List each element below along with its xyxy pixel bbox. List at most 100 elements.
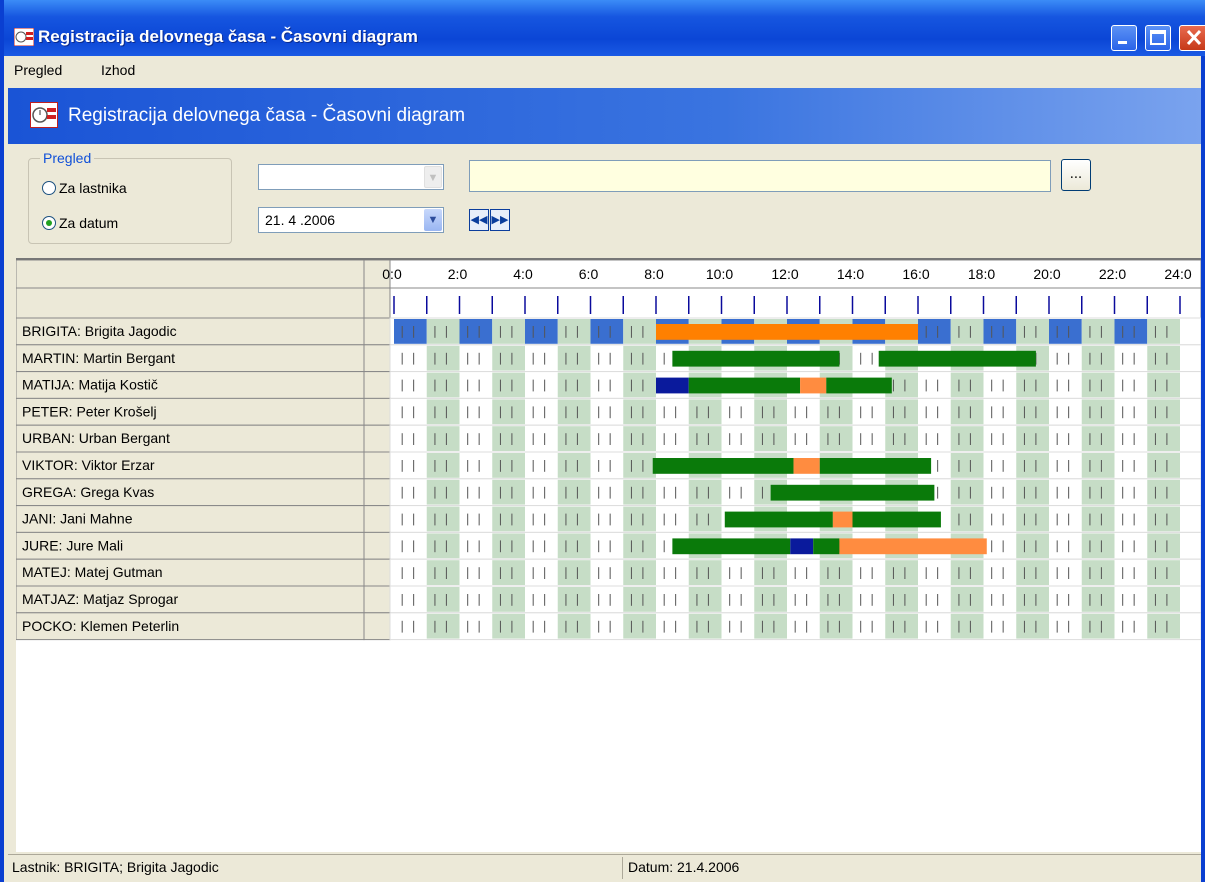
time-diagram-canvas: 0:0 2:0 4:0 6:0 8:0 10:0 12:0 14:0 16:0 18:0 20:0 2… (15, 259, 1202, 641)
radio-owner[interactable]: Za lastnika (42, 180, 127, 196)
hour-band (492, 372, 525, 398)
hour-band (426, 506, 460, 532)
hour-band (1147, 506, 1180, 532)
hour-band (983, 560, 1017, 585)
next-day-button[interactable]: ▶▶ (490, 209, 510, 231)
close-button[interactable] (1179, 25, 1205, 51)
hour-band (721, 587, 755, 612)
hour-band (1016, 372, 1049, 398)
hour-band (1114, 345, 1148, 371)
hour-band (819, 587, 853, 612)
time-segment-other[interactable] (656, 377, 689, 394)
hour-band (1016, 399, 1049, 425)
date-select[interactable]: 21. 4 .2006 ▼ (258, 207, 444, 233)
time-segment-break[interactable] (793, 458, 820, 474)
radio-date-indicator[interactable] (42, 216, 56, 230)
time-segment-work[interactable] (688, 377, 801, 394)
hour-band (819, 613, 853, 639)
hour-band (852, 613, 886, 639)
hour-band (492, 533, 525, 559)
hour-band (1049, 587, 1082, 612)
hour-band (1114, 426, 1148, 451)
time-segment-break[interactable] (800, 377, 827, 394)
chevron-down-icon[interactable]: ▼ (424, 209, 442, 231)
hour-band (721, 479, 755, 505)
hour-band (1081, 479, 1115, 505)
hour-band (1081, 453, 1115, 478)
hour-band (1147, 453, 1180, 478)
time-segment-work[interactable] (878, 350, 1036, 367)
menu-pregled[interactable]: Pregled (14, 62, 62, 78)
hour-band (525, 613, 558, 639)
hour-band (590, 613, 624, 639)
hour-band (394, 479, 427, 505)
hour-band (590, 319, 624, 344)
hour-band (492, 613, 525, 639)
employee-name: JANI: Jani Mahne (22, 511, 133, 527)
hour-band (426, 533, 460, 559)
app-clock-icon (30, 102, 58, 128)
hour-band (852, 426, 886, 451)
hour-band (525, 345, 558, 371)
hour-band (852, 587, 886, 612)
date-select-value: 21. 4 .2006 (265, 212, 336, 228)
hour-band (557, 345, 591, 371)
hour-band (754, 613, 787, 639)
hour-label: 2:0 (448, 266, 468, 282)
time-segment-work[interactable] (813, 538, 840, 555)
time-segment-work[interactable] (852, 511, 941, 528)
time-segment-work[interactable] (672, 350, 840, 367)
title-bar[interactable]: Registracija delovnega časa - Časovni di… (4, 0, 1205, 56)
radio-date[interactable]: Za datum (42, 215, 118, 231)
hour-band (1114, 560, 1148, 585)
maximize-button[interactable] (1145, 25, 1171, 51)
employee-name: MATJAZ: Matjaz Sprogar (22, 591, 178, 607)
hour-band (787, 613, 820, 639)
hour-band (950, 319, 984, 344)
hour-band (1147, 319, 1180, 344)
owner-select[interactable]: ▼ (258, 164, 444, 190)
employee-name: MATIJA: Matija Kostič (22, 377, 158, 393)
hour-band (1114, 319, 1148, 344)
hour-band (492, 345, 525, 371)
hour-band (688, 479, 722, 505)
minimize-button[interactable] (1111, 25, 1137, 51)
hour-band (754, 560, 787, 585)
time-segment-work[interactable] (819, 458, 932, 474)
hour-band (1016, 560, 1049, 585)
hour-band (459, 560, 493, 585)
hour-label: 4:0 (513, 266, 533, 282)
hour-band (1049, 479, 1082, 505)
browse-button[interactable]: ... (1061, 159, 1091, 191)
hour-band (787, 587, 820, 612)
hour-band (426, 399, 460, 425)
hour-band (492, 319, 525, 344)
time-segment-absence[interactable] (656, 324, 918, 340)
time-segment-work[interactable] (826, 377, 892, 394)
time-segment-work[interactable] (652, 458, 794, 474)
hour-band (1147, 479, 1180, 505)
hour-band (492, 399, 525, 425)
chevron-down-icon[interactable]: ▼ (424, 166, 442, 188)
filter-text-field[interactable] (469, 160, 1051, 192)
hour-band (525, 560, 558, 585)
time-segment-work[interactable] (724, 511, 833, 528)
hour-band (525, 453, 558, 478)
time-segment-break[interactable] (839, 538, 987, 555)
time-segment-other[interactable] (790, 538, 814, 555)
hour-band (918, 613, 951, 639)
time-segment-work[interactable] (672, 538, 791, 555)
hour-band (950, 479, 984, 505)
hour-band (950, 560, 984, 585)
hour-band (590, 399, 624, 425)
hour-band (623, 613, 656, 639)
radio-owner-indicator[interactable] (42, 181, 56, 195)
menu-izhod[interactable]: Izhod (101, 62, 135, 78)
time-segment-break[interactable] (832, 511, 853, 528)
previous-day-button[interactable]: ◀◀ (469, 209, 489, 231)
row-sep-cell (363, 371, 391, 399)
hour-band (394, 372, 427, 398)
hour-band (1049, 506, 1082, 532)
time-segment-work[interactable] (770, 484, 935, 501)
hour-band (1049, 345, 1082, 371)
